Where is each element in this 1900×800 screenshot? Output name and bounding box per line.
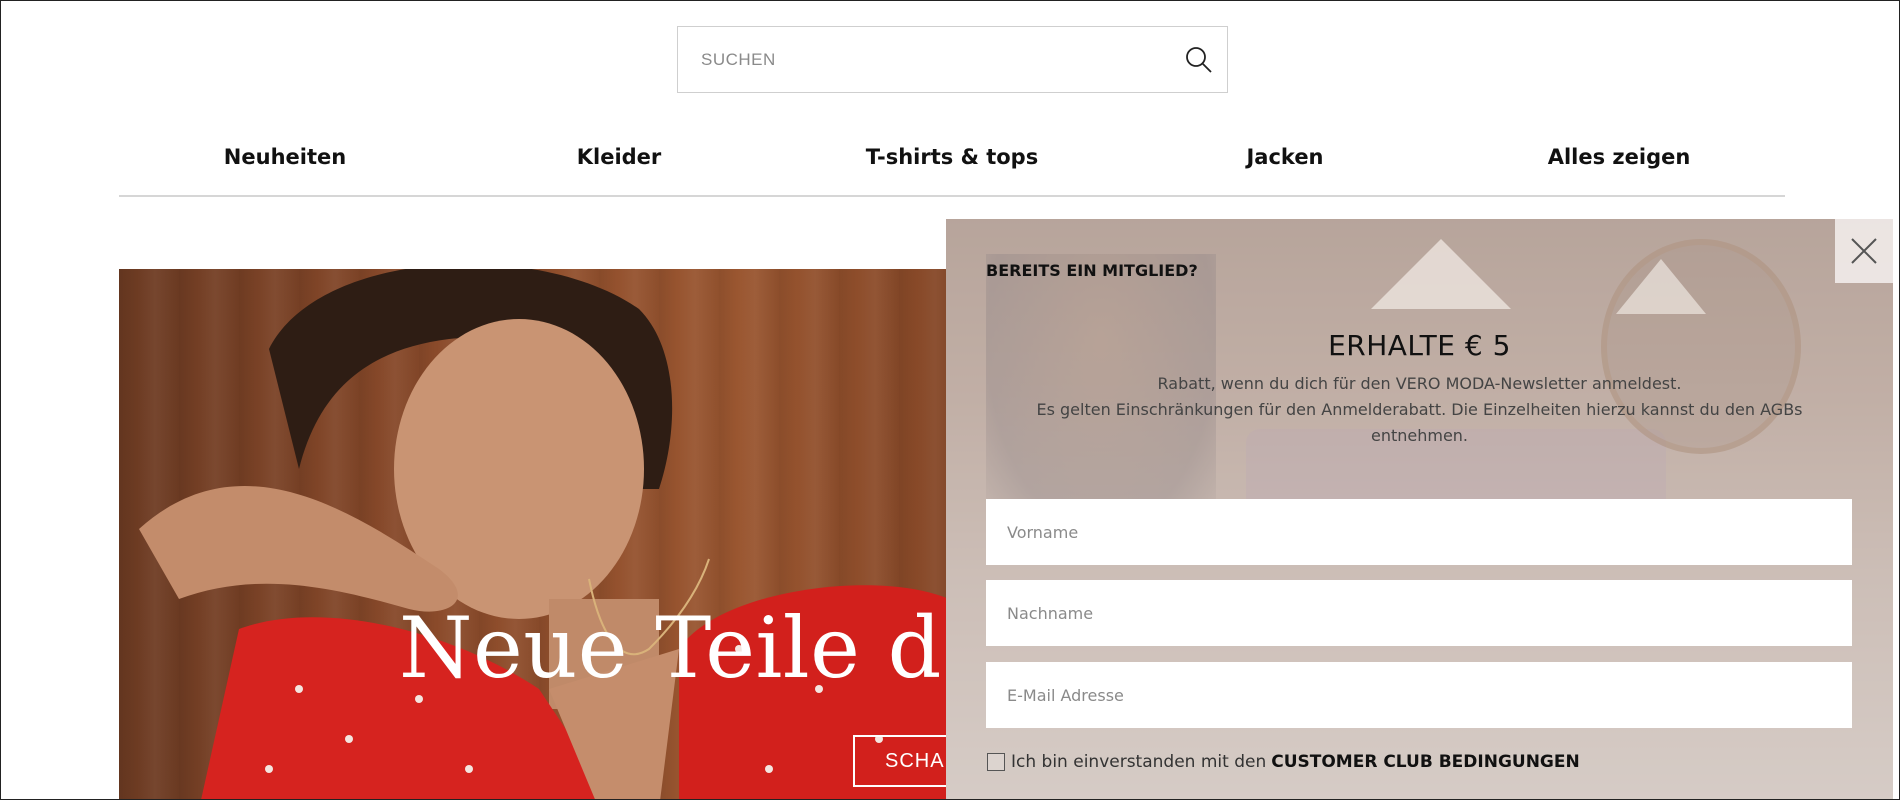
close-icon xyxy=(1851,238,1877,264)
hero-headline: Neue Teile der xyxy=(399,599,1033,697)
consent-row[interactable]: Ich bin einverstanden mit den CUSTOMER C… xyxy=(987,752,1580,772)
nav-item-kleider[interactable]: Kleider xyxy=(577,145,662,169)
main-nav: Neuheiten Kleider T-shirts & tops Jacken… xyxy=(119,131,1785,197)
modal-subtext-line1: Rabatt, wenn du dich für den VERO MODA-N… xyxy=(1157,374,1682,393)
modal-subtext-line2: Es gelten Einschränkungen für den Anmeld… xyxy=(1036,400,1803,445)
search-bar xyxy=(677,26,1228,93)
close-button[interactable] xyxy=(1835,219,1893,283)
newsletter-modal: BEREITS EIN MITGLIED? ERHALTE € 5 Rabatt… xyxy=(946,219,1893,799)
consent-text: Ich bin einverstanden mit den xyxy=(1011,752,1267,772)
nav-item-neuheiten[interactable]: Neuheiten xyxy=(224,145,346,169)
nav-item-tshirts-tops[interactable]: T-shirts & tops xyxy=(866,145,1038,169)
already-member-link[interactable]: BEREITS EIN MITGLIED? xyxy=(986,261,1198,280)
modal-headline: ERHALTE € 5 xyxy=(1328,329,1511,362)
modal-subtext: Rabatt, wenn du dich für den VERO MODA-N… xyxy=(1006,371,1833,449)
email-field[interactable] xyxy=(986,662,1852,728)
lastname-field[interactable] xyxy=(986,580,1852,646)
search-input[interactable] xyxy=(678,27,1171,92)
customer-club-terms-link[interactable]: CUSTOMER CLUB BEDINGUNGEN xyxy=(1271,752,1580,772)
nav-item-alles-zeigen[interactable]: Alles zeigen xyxy=(1548,145,1691,169)
search-icon[interactable] xyxy=(1171,27,1227,92)
page: Neuheiten Kleider T-shirts & tops Jacken… xyxy=(0,0,1900,800)
consent-checkbox[interactable] xyxy=(987,753,1005,771)
firstname-field[interactable] xyxy=(986,499,1852,565)
nav-item-jacken[interactable]: Jacken xyxy=(1246,145,1323,169)
